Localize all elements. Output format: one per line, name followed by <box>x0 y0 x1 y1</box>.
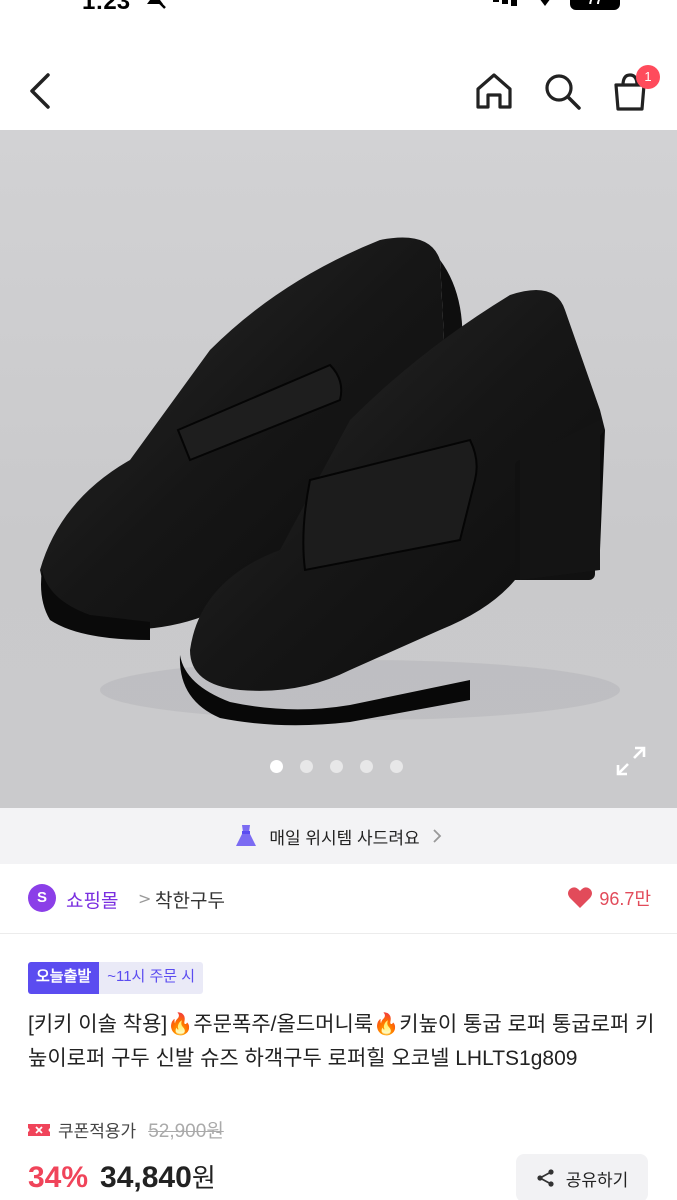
coupon-icon <box>28 1123 50 1136</box>
wifi-icon <box>540 0 550 6</box>
product-image <box>40 237 620 726</box>
gallery-pagination <box>270 760 403 776</box>
pagination-dot[interactable] <box>300 760 313 773</box>
product-title: [키키 이솔 착용]🔥주문폭주/올드머니룩🔥키높이 통굽 로퍼 통굽로퍼 키높이… <box>28 1013 655 1070</box>
price-row: 34% 34,840원 <box>28 1158 216 1195</box>
wishlist-banner[interactable]: 매일 위시템 사드려요 <box>0 808 677 864</box>
pagination-dot[interactable] <box>330 760 343 773</box>
dress-icon <box>236 825 257 846</box>
store-row: S 쇼핑몰 > 착한구두 96.7만 <box>0 864 677 934</box>
search-button[interactable] <box>540 69 584 113</box>
pagination-dot[interactable] <box>390 760 403 773</box>
share-label: 공유하기 <box>565 1170 629 1190</box>
battery-icon: 77 <box>570 0 620 10</box>
sale-price: 34,840원 <box>100 1158 216 1195</box>
banner-text: 매일 위시템 사드려요 <box>269 828 420 848</box>
bell-muted-icon <box>147 0 166 9</box>
signal-icon <box>493 0 517 6</box>
status-bar: 1:23 77 <box>0 0 677 40</box>
chevron-right-icon <box>432 829 441 843</box>
likes-count: 96.7만 <box>599 889 651 909</box>
cart-count-badge: 1 <box>636 65 660 89</box>
shipping-badges: 오늘출발 ~11시 주문 시 <box>28 962 204 994</box>
status-time: 1:23 <box>82 0 131 15</box>
sale-price-amount: 34,840 <box>100 1161 192 1194</box>
battery-level: 77 <box>587 0 603 7</box>
top-navigation: 1 <box>0 55 677 130</box>
pagination-dot[interactable] <box>270 760 283 773</box>
breadcrumb-separator: > <box>138 889 152 908</box>
order-cutoff-badge: ~11시 주문 시 <box>99 962 204 994</box>
expand-icon[interactable] <box>614 744 648 778</box>
original-price: 52,900원 <box>148 1121 224 1142</box>
store-name-link[interactable]: 쇼핑몰 <box>66 886 118 913</box>
store-logo[interactable]: S <box>28 884 56 912</box>
cart-button[interactable]: 1 <box>608 65 660 115</box>
coupon-price-row: 쿠폰적용가 52,900원 <box>28 1116 224 1143</box>
price-unit: 원 <box>191 1163 216 1193</box>
coupon-price-label: 쿠폰적용가 <box>58 1122 137 1141</box>
pagination-dot[interactable] <box>360 760 373 773</box>
back-button[interactable] <box>22 69 62 113</box>
product-image-gallery[interactable] <box>0 130 677 808</box>
like-button[interactable]: 96.7만 <box>567 885 651 911</box>
home-button[interactable] <box>472 69 516 113</box>
share-icon <box>537 1169 554 1187</box>
share-button[interactable]: 공유하기 <box>516 1154 648 1200</box>
brand-name-link[interactable]: 착한구두 <box>155 886 225 913</box>
heart-icon <box>568 887 593 908</box>
discount-rate: 34% <box>28 1161 89 1194</box>
today-shipping-badge: 오늘출발 <box>28 962 100 994</box>
